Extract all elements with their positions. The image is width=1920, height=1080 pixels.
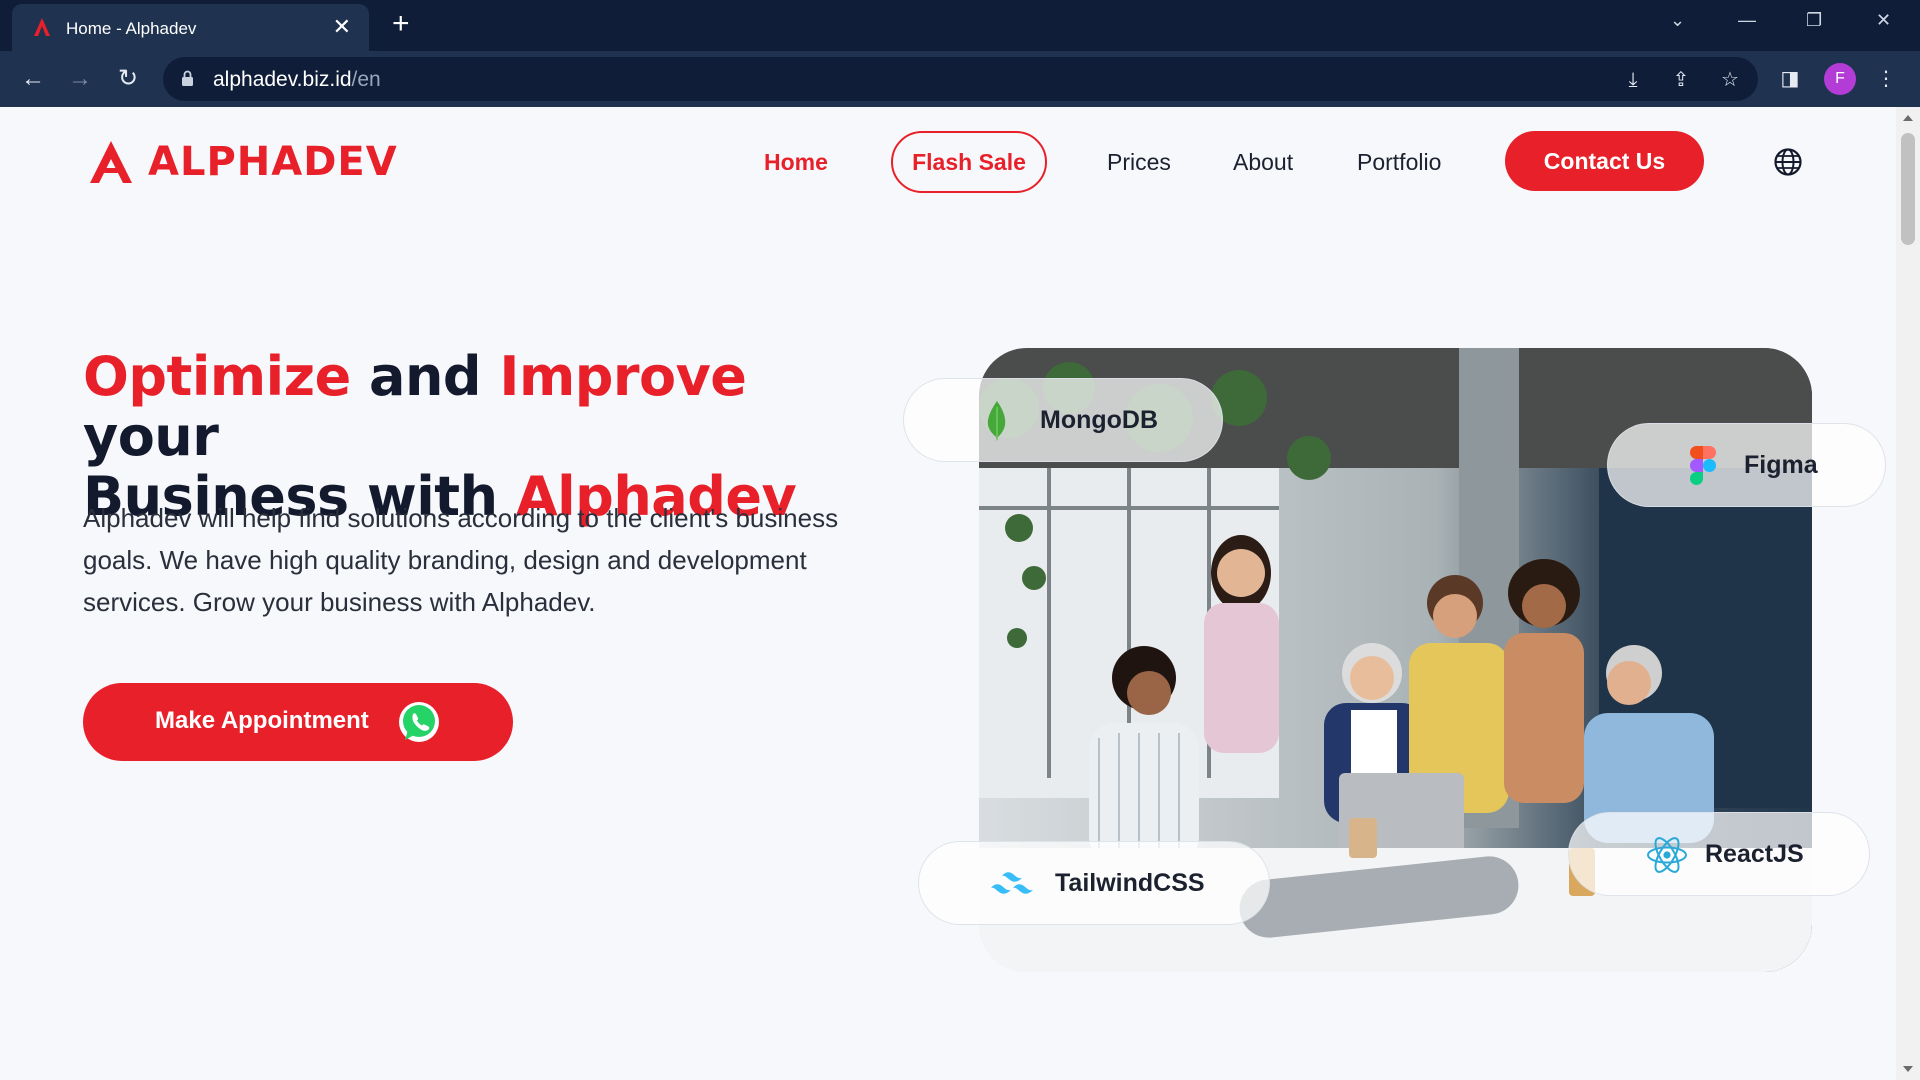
nav-portfolio[interactable]: Portfolio bbox=[1357, 148, 1441, 176]
address-bar[interactable]: alphadev.biz.id/en ⤓ ⇪ ☆ bbox=[163, 57, 1758, 101]
tab-title: Home - Alphadev bbox=[66, 19, 197, 38]
tab-search-icon[interactable]: ⌄ bbox=[1670, 10, 1685, 31]
scroll-down-arrow-icon[interactable] bbox=[1903, 1066, 1913, 1072]
headline-word-optimize: Optimize bbox=[83, 345, 351, 408]
browser-tab-bar: Home - Alphadev ✕ + ⌄ — ❐ ✕ bbox=[0, 0, 1920, 51]
url-host: alphadev.biz.id bbox=[213, 68, 352, 91]
figma-icon bbox=[1690, 446, 1716, 485]
web-page: ALPHADEV Home Flash Sale Prices About Po… bbox=[0, 107, 1896, 1080]
nav-home[interactable]: Home bbox=[764, 148, 828, 176]
profile-avatar[interactable]: F bbox=[1824, 63, 1856, 95]
scroll-up-arrow-icon[interactable] bbox=[1903, 115, 1913, 121]
headline-word-your: your bbox=[83, 405, 219, 468]
react-label: ReactJS bbox=[1705, 840, 1804, 868]
page-scrollbar[interactable] bbox=[1896, 107, 1920, 1080]
contact-us-button[interactable]: Contact Us bbox=[1505, 131, 1704, 191]
forward-arrow-icon[interactable]: → bbox=[66, 65, 94, 93]
tech-chip-figma: Figma bbox=[1607, 423, 1886, 507]
nav-flash-sale-button[interactable]: Flash Sale bbox=[891, 131, 1047, 193]
restore-icon[interactable]: ❐ bbox=[1806, 10, 1822, 31]
hero-description: Alphadev will help find solutions accord… bbox=[83, 503, 839, 617]
tailwind-icon bbox=[991, 872, 1033, 894]
tech-chip-tailwind: TailwindCSS bbox=[918, 841, 1270, 925]
react-icon bbox=[1647, 837, 1687, 873]
star-icon[interactable]: ☆ bbox=[1718, 68, 1742, 92]
headline-word-and: and bbox=[350, 345, 500, 408]
make-appointment-button[interactable]: Make Appointment bbox=[83, 683, 513, 761]
alphadev-favicon bbox=[34, 18, 50, 36]
share-icon[interactable]: ⇪ bbox=[1669, 68, 1693, 92]
nav-about[interactable]: About bbox=[1233, 148, 1293, 176]
tech-chip-react: ReactJS bbox=[1568, 812, 1870, 896]
globe-icon[interactable] bbox=[1773, 147, 1803, 177]
brand-logo[interactable]: ALPHADEV bbox=[88, 137, 398, 187]
figma-label: Figma bbox=[1744, 451, 1818, 479]
scrollbar-thumb[interactable] bbox=[1901, 133, 1915, 245]
install-icon[interactable]: ⤓ bbox=[1621, 68, 1645, 92]
tech-chip-mongodb: MongoDB bbox=[903, 378, 1223, 462]
browser-tab-active[interactable]: Home - Alphadev ✕ bbox=[12, 4, 369, 51]
headline-word-improve: Improve bbox=[499, 345, 747, 408]
back-arrow-icon[interactable]: ← bbox=[19, 65, 47, 93]
make-appointment-label: Make Appointment bbox=[155, 707, 369, 734]
reload-icon[interactable]: ↻ bbox=[114, 65, 142, 93]
lock-icon bbox=[182, 70, 193, 86]
tab-close-icon[interactable]: ✕ bbox=[333, 15, 351, 39]
alphadev-logo-icon bbox=[90, 141, 132, 183]
browser-toolbar: ← → ↻ alphadev.biz.id/en ⤓ ⇪ ☆ ◨ F ⋮ bbox=[0, 51, 1920, 107]
brand-name: ALPHADEV bbox=[148, 139, 398, 185]
mongodb-label: MongoDB bbox=[1040, 406, 1159, 434]
nav-prices[interactable]: Prices bbox=[1107, 148, 1171, 176]
url-path: /en bbox=[351, 68, 381, 91]
mongodb-icon bbox=[987, 401, 1006, 441]
url-text: alphadev.biz.id/en bbox=[213, 68, 381, 92]
minimize-icon[interactable]: — bbox=[1738, 10, 1756, 31]
kebab-menu-icon[interactable]: ⋮ bbox=[1872, 65, 1900, 93]
tailwind-label: TailwindCSS bbox=[1055, 869, 1205, 897]
new-tab-button[interactable]: + bbox=[392, 8, 410, 40]
window-close-icon[interactable]: ✕ bbox=[1876, 10, 1891, 31]
whatsapp-icon bbox=[399, 702, 439, 742]
side-panel-icon[interactable]: ◨ bbox=[1776, 65, 1804, 93]
